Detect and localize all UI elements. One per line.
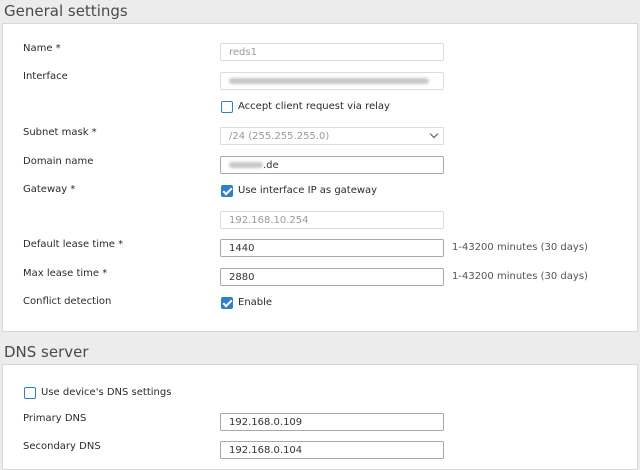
domain-name-field[interactable]: .de xyxy=(220,156,444,174)
secondary-dns-label: Secondary DNS xyxy=(23,441,101,452)
subnet-mask-value: /24 (255.255.255.0) xyxy=(229,131,330,142)
gateway-label: Gateway * xyxy=(23,184,76,195)
relay-checkbox[interactable] xyxy=(221,101,233,113)
name-label: Name * xyxy=(23,43,61,54)
conflict-detection-label: Conflict detection xyxy=(23,296,112,307)
subnet-mask-label: Subnet mask * xyxy=(23,127,97,138)
general-settings-title: General settings xyxy=(4,2,128,20)
device-dns-checkbox-label: Use device's DNS settings xyxy=(41,387,172,398)
conflict-detection-checkbox-label: Enable xyxy=(238,297,273,308)
gateway-checkbox-label: Use interface IP as gateway xyxy=(238,185,378,196)
device-dns-checkbox[interactable] xyxy=(24,387,36,399)
max-lease-field[interactable]: 2880 xyxy=(220,268,444,286)
conflict-detection-checkbox[interactable] xyxy=(221,297,233,309)
secondary-dns-value: 192.168.0.104 xyxy=(229,445,303,456)
primary-dns-label: Primary DNS xyxy=(23,413,87,424)
default-lease-hint: 1-43200 minutes (30 days) xyxy=(452,242,588,253)
interface-label: Interface xyxy=(23,71,68,82)
domain-name-label: Domain name xyxy=(23,156,94,167)
interface-select[interactable] xyxy=(220,72,444,90)
domain-name-redacted xyxy=(229,162,263,168)
secondary-dns-field[interactable]: 192.168.0.104 xyxy=(220,441,444,459)
default-lease-label: Default lease time * xyxy=(23,239,124,250)
dns-server-title: DNS server xyxy=(4,343,89,361)
default-lease-field[interactable]: 1440 xyxy=(220,239,444,257)
subnet-mask-select[interactable]: /24 (255.255.255.0) xyxy=(220,127,444,145)
name-value: reds1 xyxy=(229,47,257,58)
gateway-checkbox[interactable] xyxy=(221,185,233,197)
relay-checkbox-label: Accept client request via relay xyxy=(238,101,390,112)
primary-dns-field[interactable]: 192.168.0.109 xyxy=(220,413,444,431)
interface-value-redacted xyxy=(229,78,429,84)
chevron-down-icon xyxy=(429,129,439,139)
max-lease-value: 2880 xyxy=(229,272,255,283)
primary-dns-value: 192.168.0.109 xyxy=(229,417,303,428)
name-field[interactable]: reds1 xyxy=(220,43,444,61)
gateway-ip-value: 192.168.10.254 xyxy=(229,215,309,226)
gateway-ip-field[interactable]: 192.168.10.254 xyxy=(220,211,444,229)
default-lease-value: 1440 xyxy=(229,243,255,254)
domain-name-suffix: .de xyxy=(263,160,279,171)
max-lease-label: Max lease time * xyxy=(23,268,108,279)
max-lease-hint: 1-43200 minutes (30 days) xyxy=(452,271,588,282)
